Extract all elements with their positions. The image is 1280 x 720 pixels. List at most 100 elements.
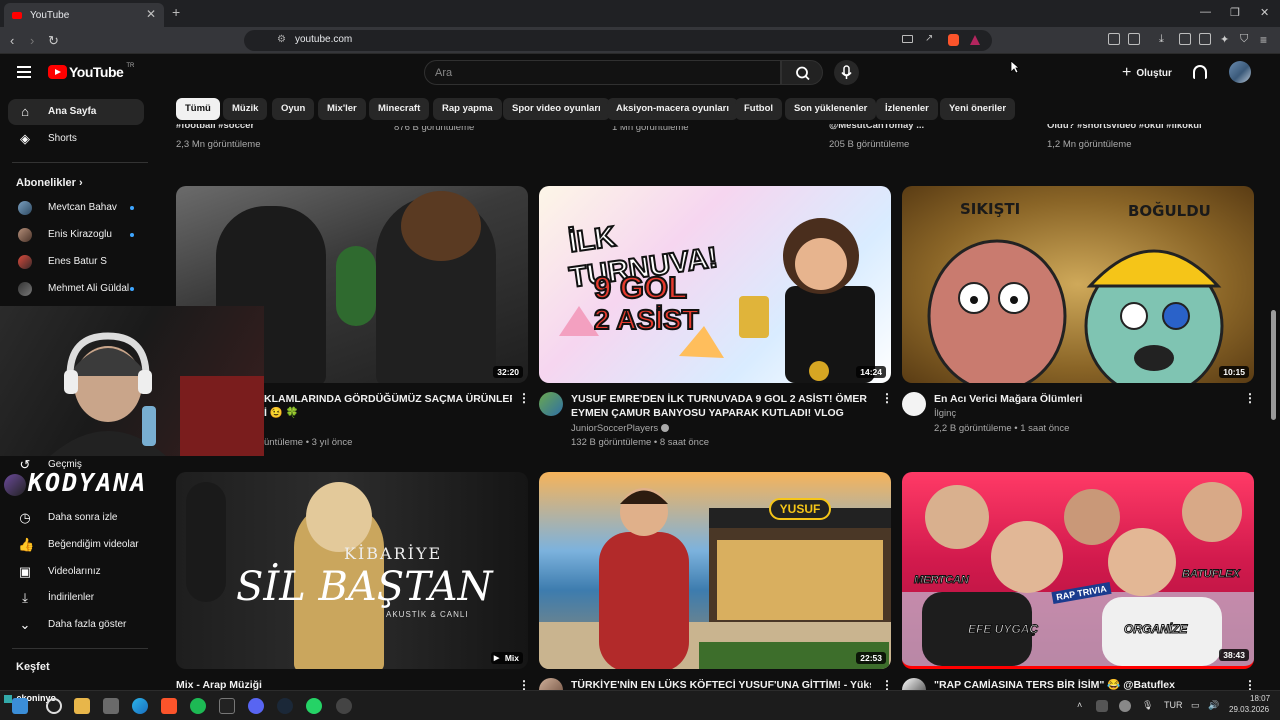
epic-games-icon[interactable] — [219, 698, 235, 714]
new-tab-icon[interactable]: + — [172, 4, 180, 20]
video-thumbnail-5[interactable]: YUSUF 22:53 — [539, 472, 891, 669]
create-button[interactable]: + Oluştur — [1116, 61, 1182, 85]
spotify-icon[interactable] — [190, 698, 206, 714]
downloads-icon[interactable]: ⤓ — [1159, 33, 1164, 46]
edge-icon[interactable] — [132, 698, 148, 714]
leo-ai-icon[interactable]: ✦ — [1220, 33, 1229, 46]
menu-icon[interactable]: ≡ — [1260, 33, 1267, 47]
partial-title-1[interactable]: #football #soccer — [176, 124, 254, 131]
tray-app-icon[interactable] — [1119, 700, 1131, 712]
chip-sports-games[interactable]: Spor video oyunları — [503, 98, 610, 120]
sidebar-item-watch-later[interactable]: ◷ Daha sonra izle — [8, 505, 144, 531]
tray-app-icon[interactable] — [1096, 700, 1108, 712]
more-options-icon[interactable]: ⋮ — [1244, 391, 1256, 405]
brave-shield-icon[interactable] — [948, 34, 959, 46]
sidebar-item-show-more[interactable]: ⌄ Daha fazla göster — [8, 612, 144, 638]
sidebar-item-your-videos[interactable]: ▣ Videolarınız — [8, 559, 144, 585]
video-title-1[interactable]: KLAMLARINDA GÖRDÜĞÜMÜZ SAÇMA ÜRÜNLERİ — [264, 392, 512, 406]
channel-name[interactable]: JuniorSoccerPlayers — [571, 423, 669, 434]
whatsapp-icon[interactable] — [306, 698, 322, 714]
obs-icon[interactable] — [336, 698, 352, 714]
more-options-icon[interactable]: ⋮ — [881, 391, 893, 405]
chip-recently-uploaded[interactable]: Son yüklenenler — [785, 98, 877, 120]
more-options-icon[interactable]: ⋮ — [518, 391, 530, 405]
volume-icon[interactable]: 🔊 — [1208, 700, 1219, 711]
chip-gaming[interactable]: Oyun — [272, 98, 315, 120]
brave-icon[interactable] — [161, 698, 177, 714]
chip-music[interactable]: Müzik — [223, 98, 268, 120]
video-title-2-line2[interactable]: EYMEN ÇAMUR BANYOSU YAPARAK KUTLADI! VLO… — [571, 406, 871, 420]
video-title-3[interactable]: En Acı Verici Mağara Ölümleri — [934, 392, 1082, 406]
channel-avatar[interactable] — [902, 392, 926, 416]
reload-icon[interactable]: ↻ — [48, 33, 59, 49]
video-title-1-line2[interactable]: İ 😉 🍀 — [264, 406, 299, 420]
sidebar-item-shorts[interactable]: ◈ Shorts — [8, 126, 144, 152]
sidebar-item-liked[interactable]: 👍 Beğendiğim videolar — [8, 532, 144, 558]
window-close-icon[interactable]: ✕ — [1260, 6, 1269, 19]
language-indicator[interactable]: TUR — [1164, 700, 1183, 710]
back-icon[interactable]: ‹ — [10, 33, 14, 48]
voice-search-button[interactable] — [834, 60, 859, 85]
video-thumbnail-3[interactable]: SIKIŞTI BOĞULDU 10:15 — [902, 186, 1254, 383]
calculator-icon[interactable] — [103, 698, 119, 714]
url-field[interactable]: ⚙ youtube.com ↗ — [244, 30, 992, 51]
sidebar-item-subscription[interactable]: Enis Kirazoglu — [8, 222, 144, 248]
search-icon[interactable] — [46, 698, 62, 714]
sidebar-item-downloads[interactable]: ⤓ İndirilenler — [8, 585, 144, 611]
file-explorer-icon[interactable] — [74, 698, 90, 714]
browser-tab[interactable]: YouTube ✕ — [4, 3, 164, 27]
minimize-icon[interactable]: — — [1200, 6, 1211, 18]
chip-rap[interactable]: Rap yapma — [433, 98, 502, 120]
sidebar-item-subscription[interactable]: Mehmet Ali Güldal — [8, 276, 144, 302]
account-avatar[interactable] — [1229, 61, 1251, 83]
share-icon[interactable]: ↗ — [925, 33, 933, 44]
microphone-tray-icon[interactable]: 🎙 — [1142, 700, 1153, 711]
clock-date[interactable]: 29.03.2026 — [1229, 705, 1269, 714]
cast-icon[interactable] — [902, 35, 913, 43]
windows-start-icon[interactable] — [12, 698, 28, 714]
windows-start-icon[interactable] — [4, 694, 12, 703]
tab-close-icon[interactable]: ✕ — [146, 7, 156, 21]
chip-all[interactable]: Tümü — [176, 98, 220, 120]
tray-overflow-icon[interactable]: ˄ — [1077, 700, 1082, 710]
subscriptions-heading[interactable]: Abonelikler › — [16, 177, 83, 189]
sidebar-item-subscription[interactable]: Enes Batur S — [8, 249, 144, 275]
channel-name[interactable]: İlginç — [934, 408, 956, 419]
partial-title-4[interactable]: @MesutCanTomay ... — [829, 124, 924, 131]
hamburger-menu-icon[interactable] — [17, 66, 31, 78]
search-button[interactable] — [781, 60, 823, 85]
sidebar-icon[interactable] — [1179, 33, 1191, 45]
chip-mixes[interactable]: Mix'ler — [318, 98, 366, 120]
wallet-icon[interactable] — [1199, 33, 1211, 45]
chip-watched[interactable]: İzlenenler — [876, 98, 938, 120]
network-icon[interactable]: ▭ — [1191, 700, 1200, 711]
chip-football[interactable]: Futbol — [735, 98, 783, 120]
chip-minecraft[interactable]: Minecraft — [369, 98, 430, 120]
brave-rewards-icon[interactable] — [970, 35, 980, 45]
vpn-shield-icon[interactable]: ⛉ — [1240, 33, 1248, 46]
video-thumbnail-6[interactable]: MERTCAN BATUFLEX EFE UYGAÇ ORGANİZE RAP … — [902, 472, 1254, 669]
partial-title-5[interactable]: Oldu? #shortsvideo #okul #ilkokul — [1047, 124, 1202, 131]
restore-icon[interactable]: ❐ — [1230, 6, 1240, 19]
search-input[interactable]: Ara — [424, 60, 781, 85]
video-thumbnail-2[interactable]: İLK TURNUVA! 9 GOL 2 ASİST 14:24 — [539, 186, 891, 383]
page-scrollbar[interactable] — [1271, 310, 1276, 420]
clock-time[interactable]: 18:07 — [1250, 694, 1270, 703]
youtube-logo[interactable]: YouTube TR — [48, 63, 134, 80]
streamer-logo-badge — [4, 474, 26, 496]
channel-avatar[interactable] — [539, 392, 563, 416]
sidebar-item-subscription[interactable]: Mevtcan Bahav — [8, 195, 144, 221]
screenshot-icon[interactable] — [1128, 33, 1140, 45]
video-thumbnail-4[interactable]: KİBARİYE SİL BAŞTAN AKUSTİK & CANLI ▶ Mix — [176, 472, 528, 669]
forward-icon[interactable]: › — [30, 33, 34, 48]
address-bar-row: ‹ › ↻ 🔖 ⚙ youtube.com ↗ ⤓ ✦ ⛉ ≡ — [0, 27, 1280, 54]
discord-icon[interactable] — [248, 698, 264, 714]
extensions-icon[interactable] — [1108, 33, 1120, 45]
chip-new-to-you[interactable]: Yeni öneriler — [940, 98, 1016, 120]
notifications-bell-icon[interactable] — [1193, 65, 1207, 79]
sidebar-item-home[interactable]: ⌂ Ana Sayfa — [8, 99, 144, 125]
video-title-2[interactable]: YUSUF EMRE'DEN İLK TURNUVADA 9 GOL 2 ASİ… — [571, 392, 871, 406]
site-info-icon[interactable]: ⚙ — [277, 34, 286, 45]
steam-icon[interactable] — [277, 698, 293, 714]
chip-action-adventure[interactable]: Aksiyon-macera oyunları — [607, 98, 738, 120]
